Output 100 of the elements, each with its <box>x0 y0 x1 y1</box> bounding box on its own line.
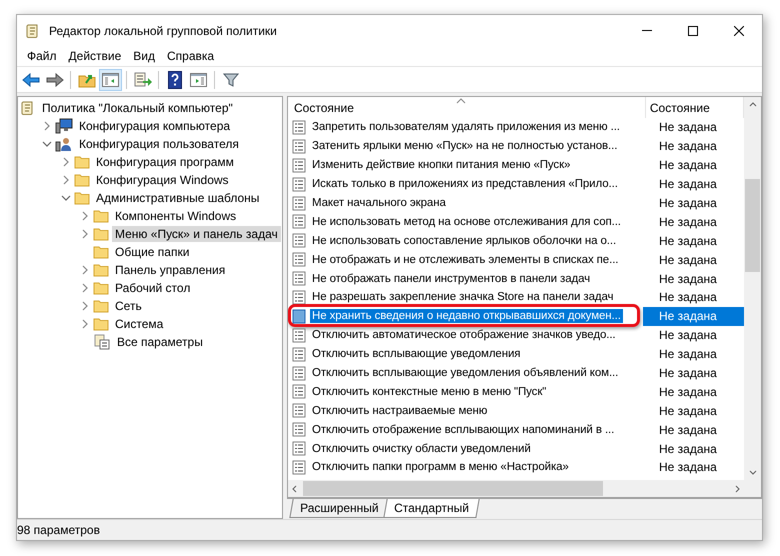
setting-name[interactable]: Отключить папки программ в меню «Настройка» <box>310 460 571 474</box>
setting-name[interactable]: Не использовать сопоставление ярлыков оболочки на о... <box>310 234 618 248</box>
menu-item[interactable]: Действие <box>62 49 128 63</box>
policy-setting-icon <box>292 441 306 456</box>
setting-name[interactable]: Не разрешать закрепление значка Store на панели задач <box>310 290 616 304</box>
policy-setting-icon <box>292 346 306 362</box>
folder-icon <box>93 263 109 277</box>
setting-name[interactable]: Отключить автоматическое отображение значков уведо... <box>310 328 618 342</box>
horizontal-scrollbar[interactable] <box>288 480 744 497</box>
setting-name[interactable]: Макет начального экрана <box>310 196 448 210</box>
setting-state: Не задана <box>658 327 718 344</box>
setting-name[interactable]: Отключить отображение всплывающих напоминаний в ... <box>310 422 616 437</box>
policy-setting-icon <box>292 422 306 438</box>
tree-item[interactable]: Политика "Локальный компьютер" <box>39 100 236 116</box>
setting-name[interactable]: Отключить всплывающие уведомления <box>310 347 522 362</box>
setting-name[interactable]: Не отображать и не отслеживать элементы в списках пе... <box>310 252 620 267</box>
menu-item[interactable]: Справка <box>161 49 220 63</box>
setting-state: Не задана <box>643 306 744 326</box>
policy-setting-icon <box>292 271 306 286</box>
console-tree-button[interactable] <box>99 68 122 90</box>
tree-item[interactable]: Сеть <box>112 298 145 314</box>
policy-setting-icon <box>292 233 306 248</box>
folder-icon <box>74 155 90 169</box>
policy-setting-icon <box>292 138 306 154</box>
setting-name[interactable]: Отключить контекстные меню в меню "Пуск" <box>310 384 548 399</box>
folder-icon <box>93 245 109 259</box>
tree-item[interactable]: Конфигурация компьютера <box>76 118 234 134</box>
settings-list-icon <box>93 334 111 350</box>
vertical-scrollbar[interactable] <box>744 97 761 497</box>
setting-name[interactable]: Изменить действие кнопки питания меню «Пуск» <box>310 158 572 172</box>
chevron-right-icon[interactable] <box>82 265 88 275</box>
view-tab[interactable]: Стандартный <box>382 499 480 518</box>
tree-item[interactable]: Панель управления <box>112 262 228 278</box>
setting-name[interactable]: Не хранить сведения о недавно открывавшихся докумен... <box>310 309 623 324</box>
setting-state: Не задана <box>658 440 718 458</box>
chevron-down-icon[interactable] <box>42 141 52 147</box>
chevron-right-icon[interactable] <box>82 211 88 221</box>
tree-item[interactable]: Система <box>112 316 166 332</box>
setting-name[interactable]: Не отображать панели инструментов в панели задач <box>310 272 592 286</box>
chevron-right-icon[interactable] <box>44 121 50 131</box>
chevron-right-icon[interactable] <box>63 175 69 185</box>
setting-state: Не задана <box>658 214 718 231</box>
setting-state: Не задана <box>658 232 718 250</box>
setting-name[interactable]: Отключить всплывающие уведомления объявлений ком... <box>310 366 620 380</box>
menu-item[interactable]: Файл <box>21 49 63 63</box>
maximize-icon <box>688 26 698 36</box>
setting-state: Не задана <box>658 195 718 212</box>
policy-setting-icon <box>292 308 306 324</box>
policy-setting-icon <box>292 176 306 192</box>
folder-icon <box>74 173 90 187</box>
policy-setting-icon <box>292 252 306 268</box>
tree-item[interactable]: Конфигурация программ <box>93 154 237 170</box>
chevron-down-icon[interactable] <box>61 195 71 201</box>
policy-setting-icon <box>292 214 306 230</box>
policy-setting-icon <box>292 158 306 173</box>
setting-name[interactable]: Затенить ярлыки меню «Пуск» на не полностью установ... <box>310 139 620 154</box>
chevron-right-icon[interactable] <box>82 229 88 239</box>
minimize-icon <box>642 30 652 31</box>
tree-item[interactable]: Рабочий стол <box>112 280 194 296</box>
folder-icon <box>93 227 109 241</box>
policy-setting-icon <box>292 196 306 210</box>
setting-state: Не задана <box>658 176 718 194</box>
setting-state: Не задана <box>658 384 718 401</box>
tree-item[interactable]: Меню «Пуск» и панель задач <box>112 226 281 242</box>
setting-state: Не задана <box>658 402 718 420</box>
setting-state: Не задана <box>658 252 718 269</box>
setting-name[interactable]: Отключить настраиваемые меню <box>310 404 490 418</box>
setting-name[interactable]: Запретить пользователям удалять приложения из меню ... <box>310 120 622 134</box>
folder-icon <box>74 191 90 205</box>
tree-item[interactable]: Компоненты Windows <box>112 208 240 224</box>
policy-setting-icon <box>292 120 306 135</box>
setting-name[interactable]: Отключить очистку области уведомлений <box>310 442 533 456</box>
scroll-thumb[interactable] <box>303 481 603 496</box>
scroll-thumb[interactable] <box>745 179 760 272</box>
tree-item[interactable]: Административные шаблоны <box>93 190 262 206</box>
setting-state: Не задана <box>658 138 718 156</box>
chevron-right-icon[interactable] <box>82 283 88 293</box>
chevron-right-icon[interactable] <box>82 319 88 329</box>
policy-setting-icon <box>292 403 306 418</box>
users-icon <box>55 136 73 152</box>
tree-item[interactable]: Общие папки <box>112 244 192 260</box>
policy-setting-icon <box>292 366 306 381</box>
tree-item[interactable]: Все параметры <box>114 334 206 350</box>
setting-state: Не задана <box>658 157 718 174</box>
status-text: 98 параметров <box>17 523 100 537</box>
menu-item[interactable]: Вид <box>127 49 161 63</box>
chevron-right-icon[interactable] <box>63 157 69 167</box>
setting-name[interactable]: Не использовать метод на основе отслеживания для соп... <box>310 214 623 229</box>
setting-state: Не задана <box>658 459 718 476</box>
setting-state: Не задана <box>658 289 718 306</box>
folder-icon <box>93 299 109 313</box>
setting-state: Не задана <box>658 119 718 136</box>
tree-item[interactable]: Конфигурация пользователя <box>76 136 242 152</box>
setting-name[interactable]: Искать только в приложениях из представления «Прило... <box>310 177 620 192</box>
column-header[interactable]: Состояние <box>288 97 646 118</box>
chevron-right-icon[interactable] <box>82 301 88 311</box>
sort-up-icon <box>456 98 466 104</box>
window-title: Редактор локальной групповой политики <box>49 24 278 38</box>
folder-icon <box>93 317 109 331</box>
tree-item[interactable]: Конфигурация Windows <box>93 172 232 188</box>
